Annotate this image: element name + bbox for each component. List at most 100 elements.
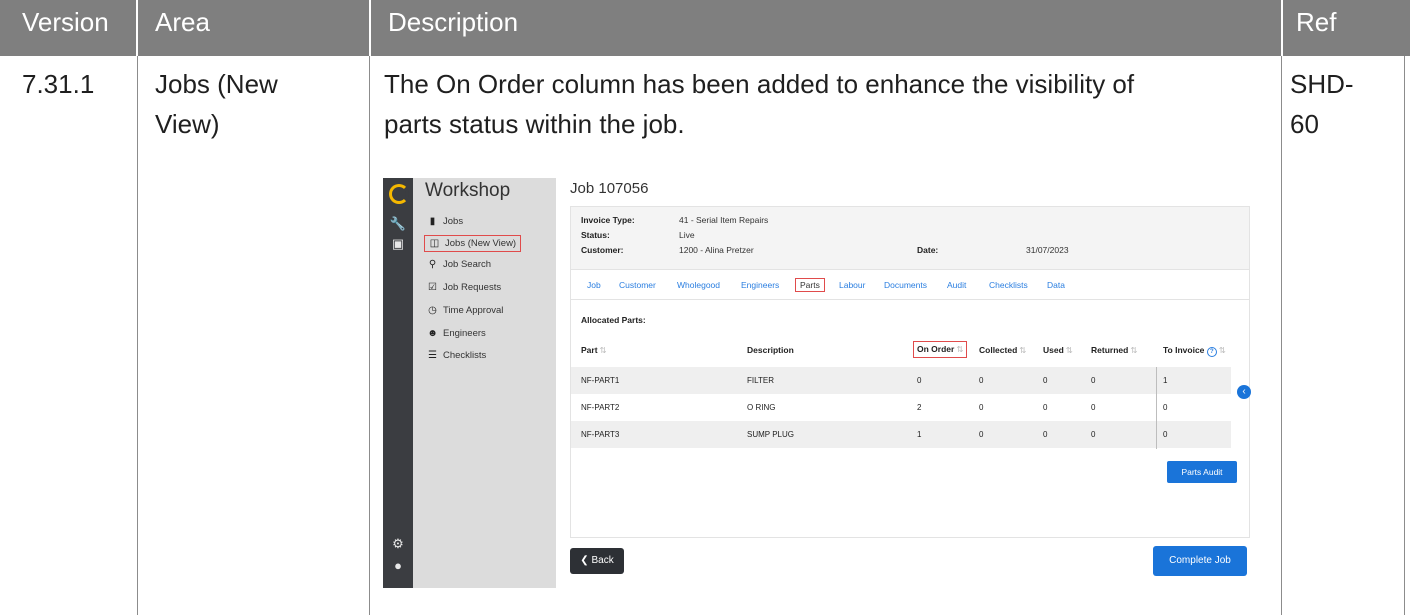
column-header-part[interactable]: Part ⇅: [581, 345, 607, 356]
sort-icon: ⇅: [1019, 345, 1027, 355]
allocated-parts-label: Allocated Parts:: [581, 315, 646, 325]
header-divider: [369, 0, 371, 56]
sidebar-item-label: Job Requests: [443, 282, 502, 293]
parts-audit-button[interactable]: Parts Audit: [1167, 461, 1237, 483]
cell-area-line1: Jobs (New: [155, 69, 278, 99]
users-icon: ☻: [427, 328, 438, 339]
tab-parts[interactable]: Parts: [795, 278, 825, 292]
sort-icon: ⇅: [1130, 345, 1138, 355]
search-icon: ⚲: [428, 259, 437, 270]
cell-used: 0: [1043, 376, 1048, 385]
status-value: Live: [679, 230, 695, 240]
column-header-label: To Invoice: [1163, 345, 1205, 355]
cell-returned: 0: [1091, 403, 1096, 412]
table-header-row: Version Area Description Ref: [0, 0, 1410, 56]
header-version: Version: [22, 7, 109, 37]
tab-wholegood[interactable]: Wholegood: [677, 280, 720, 290]
header-divider: [136, 0, 138, 56]
cell-area-line2: View): [155, 109, 220, 139]
cell-part: NF-PART1: [581, 376, 620, 385]
table-row: NF-PART3 SUMP PLUG 1 0 0 0 0: [571, 421, 1231, 448]
column-header-collected[interactable]: Collected ⇅: [979, 345, 1026, 356]
sidebar-item-checklists[interactable]: ☰ Checklists: [427, 350, 486, 361]
cell-to-invoice: 0: [1163, 403, 1168, 412]
sort-icon: ⇅: [1218, 345, 1226, 355]
cell-returned: 0: [1091, 376, 1096, 385]
status-label: Status:: [581, 230, 610, 240]
chevron-left-icon[interactable]: ‹: [1237, 385, 1251, 399]
invoice-type-value: 41 - Serial Item Repairs: [679, 215, 769, 225]
column-header-returned[interactable]: Returned ⇅: [1091, 345, 1137, 356]
cell-on-order: 0: [917, 376, 922, 385]
check-clipboard-icon: ☑: [428, 282, 437, 293]
header-description: Description: [388, 7, 519, 37]
column-header-label: Used: [1043, 345, 1064, 355]
sidebar-item-engineers[interactable]: ☻ Engineers: [427, 328, 486, 339]
sidebar-item-job-search[interactable]: ⚲ Job Search: [427, 259, 491, 270]
column-header-on-order[interactable]: On Order ⇅: [913, 341, 968, 358]
job-info: Invoice Type: 41 - Serial Item Repairs S…: [571, 207, 1249, 270]
complete-job-button[interactable]: Complete Job: [1153, 546, 1247, 576]
column-header-label: On Order: [917, 344, 955, 354]
cell-to-invoice: 1: [1163, 376, 1168, 385]
header-area: Area: [155, 7, 210, 37]
table-row: NF-PART1 FILTER 0 0 0 0 1: [571, 367, 1231, 394]
header-divider: [1281, 0, 1283, 56]
user-icon[interactable]: ●: [383, 558, 413, 573]
sidebar-item-job-requests[interactable]: ☑ Job Requests: [427, 282, 501, 293]
tab-checklists[interactable]: Checklists: [989, 280, 1028, 290]
sidebar-item-time-approval[interactable]: ◷ Time Approval: [427, 305, 503, 316]
basket-icon[interactable]: ▣: [383, 236, 413, 252]
sidebar-item-label: Checklists: [443, 350, 487, 361]
main-panel: Job 107056 Invoice Type: 41 - Serial Ite…: [556, 178, 1258, 588]
icon-rail: 🔧 ▣ ⚙ ●: [383, 178, 413, 588]
column-header-used[interactable]: Used ⇅: [1043, 345, 1073, 356]
invoice-type-label: Invoice Type:: [581, 215, 635, 225]
tab-documents[interactable]: Documents: [884, 280, 927, 290]
cell-on-order: 1: [917, 430, 922, 439]
board-icon: ◫: [429, 238, 440, 249]
checklist-icon: ☰: [428, 350, 437, 361]
tab-engineers[interactable]: Engineers: [741, 280, 779, 290]
cell-description: O RING: [747, 403, 776, 412]
clipboard-icon: ▮: [429, 216, 436, 227]
sidebar-item-label: Job Search: [443, 259, 492, 270]
help-icon[interactable]: ?: [1206, 347, 1217, 357]
tab-job[interactable]: Job: [587, 280, 601, 290]
tab-data[interactable]: Data: [1047, 280, 1065, 290]
cell-returned: 0: [1091, 430, 1096, 439]
cell-collected: 0: [979, 403, 984, 412]
cell-description-line1: The On Order column has been added to en…: [384, 69, 1135, 99]
sort-icon: ⇅: [1065, 345, 1073, 355]
wrench-icon[interactable]: 🔧: [383, 216, 413, 232]
cell-on-order: 2: [917, 403, 922, 412]
release-notes-table: Version Area Description Ref 7.31.1 Jobs…: [0, 0, 1410, 615]
column-divider: [1281, 56, 1282, 615]
column-header-to-invoice[interactable]: To Invoice ? ⇅: [1163, 345, 1226, 357]
cell-ref-line2: 60: [1290, 109, 1319, 139]
column-header-description: Description: [747, 345, 794, 355]
cell-used: 0: [1043, 403, 1048, 412]
cell-description: FILTER: [747, 376, 774, 385]
cell-collected: 0: [979, 376, 984, 385]
tab-audit[interactable]: Audit: [947, 280, 966, 290]
sidebar-item-label: Jobs: [443, 216, 464, 227]
customer-value: 1200 - Alina Pretzer: [679, 245, 754, 255]
column-header-label: Returned: [1091, 345, 1129, 355]
sidebar-item-jobs-new-view[interactable]: ◫ Jobs (New View): [424, 235, 522, 252]
back-button[interactable]: ❮ Back: [570, 548, 624, 574]
column-divider: [369, 56, 370, 615]
column-header-label: Part: [581, 345, 598, 355]
cell-part: NF-PART2: [581, 403, 620, 412]
sidebar-item-jobs[interactable]: ▮ Jobs: [427, 216, 463, 227]
cell-used: 0: [1043, 430, 1048, 439]
cell-area: Jobs (New View): [155, 64, 278, 144]
column-header-label: Description: [747, 345, 794, 355]
tab-labour[interactable]: Labour: [839, 280, 865, 290]
job-card: Invoice Type: 41 - Serial Item Repairs S…: [570, 206, 1251, 538]
gear-icon[interactable]: ⚙: [383, 536, 413, 552]
column-divider: [1404, 56, 1405, 615]
brand-title: Workshop: [425, 180, 511, 201]
cell-part: NF-PART3: [581, 430, 620, 439]
tab-customer[interactable]: Customer: [619, 280, 656, 290]
